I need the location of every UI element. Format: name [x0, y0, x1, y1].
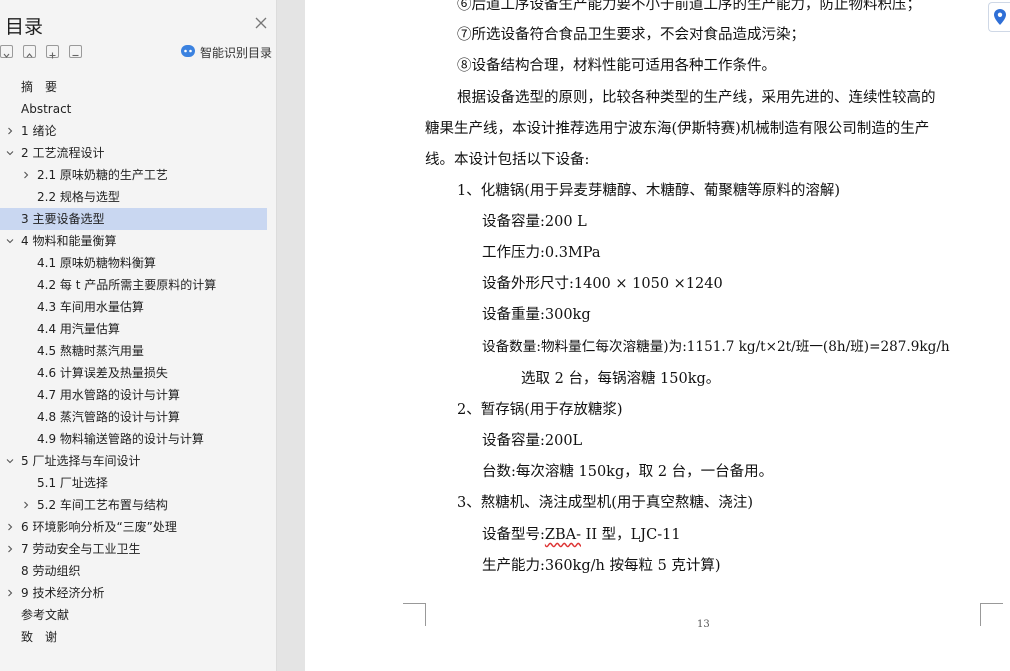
chevron-down-icon[interactable]: [4, 450, 16, 472]
body-line: 台数:每次溶糖 150kg，取 2 台，一台备用。: [482, 464, 774, 480]
section-heading: 2、暂存锅(用于存放糖浆): [457, 402, 623, 418]
body-line: 设备容量:200 L: [482, 214, 587, 230]
chevron-down-icon[interactable]: [4, 230, 16, 252]
chevron-right-icon[interactable]: [20, 494, 32, 516]
toc-item-4-2[interactable]: 4.2 每 t 产品所需主要原料的计算: [0, 274, 276, 296]
toc-item-4-4[interactable]: 4.4 用汽量估算: [0, 318, 276, 340]
expand-all-icon[interactable]: [0, 45, 13, 58]
margin-corner-left: [403, 603, 426, 626]
chevron-right-icon[interactable]: [4, 538, 16, 560]
body-line: 设备型号:ZBA- II 型，LJC-11: [482, 527, 681, 543]
section-heading: 3、熬糖机、浇注成型机(用于真空熬糖、浇注): [457, 495, 754, 511]
body-line: 线。本设计包括以下设备:: [425, 152, 590, 168]
toc-item-7[interactable]: 7 劳动安全与工业卫生: [0, 538, 276, 560]
document-page[interactable]: ⑥后道工序设备生产能力要不小于前道工序的生产能力，防止物料积压； ⑦所选设备符合…: [305, 0, 1010, 671]
chevron-right-icon[interactable]: [4, 516, 16, 538]
margin-corner-right: [980, 603, 1003, 626]
body-line: 糖果生产线，本设计推荐选用宁波东海(伊斯特赛)机械制造有限公司制造的生产: [425, 121, 930, 137]
toc-item-4-7[interactable]: 4.7 用水管路的设计与计算: [0, 384, 276, 406]
toc-item-4-8[interactable]: 4.8 蒸汽管路的设计与计算: [0, 406, 276, 428]
body-line: ⑥后道工序设备生产能力要不小于前道工序的生产能力，防止物料积压；: [457, 0, 921, 13]
page-gutter: [277, 0, 305, 671]
body-line: ⑦所选设备符合食品卫生要求，不会对食品造成污染；: [457, 27, 805, 43]
toc-item-6[interactable]: 6 环境影响分析及“三废”处理: [0, 516, 276, 538]
toc-item-acknowledgement[interactable]: 致 谢: [0, 626, 276, 648]
body-line: 设备重量:300kg: [482, 307, 591, 323]
toc-item-abstract-en[interactable]: Abstract: [0, 98, 276, 120]
toc-item-4[interactable]: 4 物料和能量衡算: [0, 230, 276, 252]
body-line: 选取 2 台，每锅溶糖 150kg。: [521, 371, 721, 387]
toc-pane: 目录 智能识别目录 摘 要 Abstract 1 绪论 2 工艺流程设计 2.1: [0, 0, 277, 671]
body-line: ⑧设备结构合理，材料性能可适用各种工作条件。: [457, 58, 776, 74]
chevron-right-icon[interactable]: [4, 582, 16, 604]
smart-toc-label: 智能识别目录: [200, 45, 273, 60]
chevron-right-icon[interactable]: [20, 164, 32, 186]
toc-item-4-9[interactable]: 4.9 物料输送管路的设计与计算: [0, 428, 276, 450]
body-line: 设备容量:200L: [482, 433, 583, 449]
collapse-all-icon[interactable]: [23, 45, 36, 58]
smart-toc-icon: [180, 43, 196, 62]
remove-heading-icon[interactable]: [69, 45, 82, 58]
close-icon[interactable]: [254, 15, 268, 29]
toc-item-1[interactable]: 1 绪论: [0, 120, 276, 142]
spellcheck-mark[interactable]: ZBA-: [545, 527, 581, 543]
toc-item-abstract-cn[interactable]: 摘 要: [0, 76, 276, 98]
body-line: 设备数量:物料量仁每次溶糖量)为:1151.7 kg/t×2t/班一(8h/班)…: [482, 339, 950, 355]
smart-toc-button[interactable]: 智能识别目录: [180, 44, 272, 60]
section-heading: 1、化糖锅(用于异麦芽糖醇、木糖醇、葡聚糖等原料的溶解): [457, 183, 841, 199]
chevron-down-icon[interactable]: [4, 142, 16, 164]
toc-item-4-1[interactable]: 4.1 原味奶糖物料衡算: [0, 252, 276, 274]
body-line: 生产能力:360kg/h 按每粒 5 克计算): [482, 558, 721, 574]
toc-item-3[interactable]: 3 主要设备选型: [0, 208, 267, 230]
toc-item-2[interactable]: 2 工艺流程设计: [0, 142, 276, 164]
toc-item-4-6[interactable]: 4.6 计算误差及热量损失: [0, 362, 276, 384]
add-heading-icon[interactable]: [46, 45, 59, 59]
toc-item-5-2[interactable]: 5.2 车间工艺布置与结构: [0, 494, 276, 516]
toc-item-references[interactable]: 参考文献: [0, 604, 276, 626]
toc-item-8[interactable]: 8 劳动组织: [0, 560, 276, 582]
page-number: 13: [697, 619, 710, 630]
toc-title: 目录: [5, 16, 44, 38]
toc-item-4-5[interactable]: 4.5 熬糖时蒸汽用量: [0, 340, 276, 362]
toc-list: 摘 要 Abstract 1 绪论 2 工艺流程设计 2.1 原味奶糖的生产工艺…: [0, 76, 276, 648]
body-line: 根据设备选型的原则，比较各种类型的生产线，采用先进的、连续性较高的: [457, 90, 936, 106]
toc-item-2-2[interactable]: 2.2 规格与选型: [0, 186, 276, 208]
chevron-right-icon[interactable]: [4, 120, 16, 142]
body-line: 工作压力:0.3MPa: [482, 245, 601, 261]
toc-item-2-1[interactable]: 2.1 原味奶糖的生产工艺: [0, 164, 276, 186]
body-line: 设备外形尺寸:1400 × 1050 ×1240: [482, 276, 723, 292]
location-pin-icon[interactable]: [988, 2, 1010, 32]
toc-item-9[interactable]: 9 技术经济分析: [0, 582, 276, 604]
toc-item-4-3[interactable]: 4.3 车间用水量估算: [0, 296, 276, 318]
toc-item-5[interactable]: 5 厂址选择与车间设计: [0, 450, 276, 472]
toc-item-5-1[interactable]: 5.1 厂址选择: [0, 472, 276, 494]
